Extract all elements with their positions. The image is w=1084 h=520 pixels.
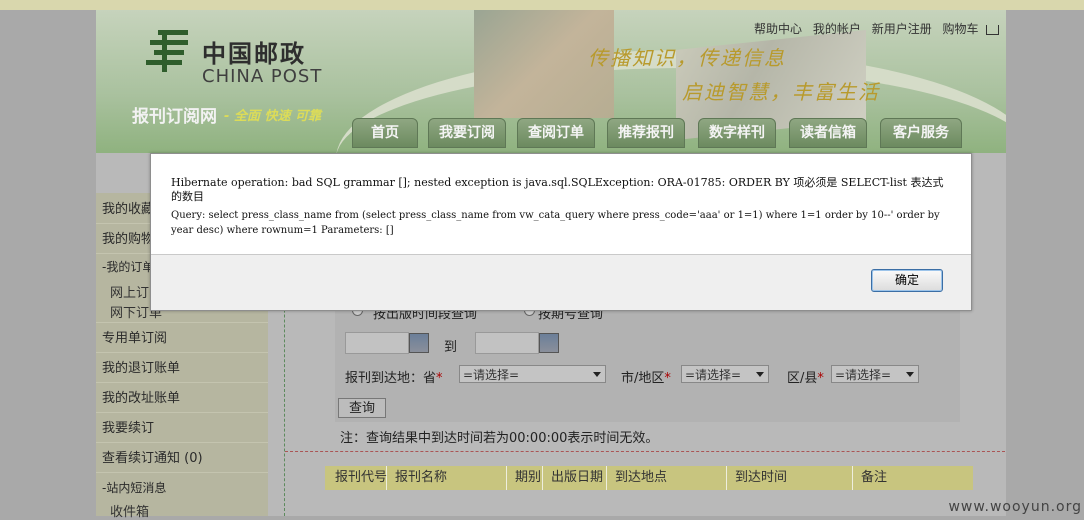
required-mark: * xyxy=(664,371,671,386)
query-button[interactable]: 查询 xyxy=(338,398,386,418)
site-name: 报刊订阅网 xyxy=(132,107,217,127)
error-message: Hibernate operation: bad SQL grammar [];… xyxy=(171,176,944,203)
province-select-value: =请选择= xyxy=(463,368,520,382)
tab-orders[interactable]: 查阅订单 xyxy=(517,118,595,148)
error-dialog-body: Hibernate operation: bad SQL grammar [];… xyxy=(151,154,971,255)
sidebar-item-special-order[interactable]: 专用单订阅 xyxy=(96,324,268,353)
column-header: 备注 xyxy=(861,470,888,485)
tab-digital-samples[interactable]: 数字样刊 xyxy=(698,118,776,148)
error-dialog: Hibernate operation: bad SQL grammar [];… xyxy=(150,153,972,311)
tab-subscribe[interactable]: 我要订阅 xyxy=(428,118,506,148)
tab-recommended[interactable]: 推荐报刊 xyxy=(607,118,685,148)
required-mark: * xyxy=(817,371,824,386)
column-header: 期别 xyxy=(507,466,543,490)
ok-button[interactable]: 确定 xyxy=(871,269,943,292)
tab-customer-service[interactable]: 客户服务 xyxy=(880,118,962,148)
column-header: 到达时间 xyxy=(727,466,853,490)
site-slogan-dash: - xyxy=(224,109,230,124)
china-post-logo-icon xyxy=(144,28,192,76)
slogan-line-2: 启迪智慧，丰富生活 xyxy=(682,80,880,104)
cart-link-label: 购物车 xyxy=(942,22,979,36)
calendar-icon[interactable] xyxy=(409,333,429,353)
county-label-text: 区/县 xyxy=(787,371,818,386)
column-header: 报刊名称 xyxy=(387,466,507,490)
top-strip xyxy=(0,0,1084,10)
sidebar-item-renew-notices[interactable]: 查看续订通知 (0) xyxy=(96,444,268,473)
province-select[interactable]: =请选择= xyxy=(459,365,606,383)
column-header: 到达地点 xyxy=(607,466,727,490)
sidebar-item-cancel-bills[interactable]: 我的退订账单 xyxy=(96,354,268,383)
error-dialog-footer xyxy=(151,255,971,310)
error-query: Query: select press_class_name from (sel… xyxy=(171,210,940,236)
city-select-value: =请选择= xyxy=(685,368,742,382)
sidebar-item-address-change-bills[interactable]: 我的改址账单 xyxy=(96,384,268,413)
end-date-input[interactable] xyxy=(475,332,539,354)
city-label: 市/地区* xyxy=(621,367,671,386)
register-link[interactable]: 新用户注册 xyxy=(872,22,932,36)
date-to-label: 到 xyxy=(444,340,458,355)
results-table-header: 报刊代号 报刊名称 期别 出版日期 到达地点 到达时间 备注 xyxy=(325,466,973,490)
chevron-down-icon xyxy=(756,372,764,377)
sidebar-sub-online-orders[interactable]: 网上订 xyxy=(110,282,149,301)
tab-reader-mailbox[interactable]: 读者信箱 xyxy=(789,118,867,148)
my-account-link[interactable]: 我的帐户 xyxy=(813,22,861,36)
calendar-icon[interactable] xyxy=(539,333,559,353)
city-label-text: 市/地区 xyxy=(621,371,665,386)
chevron-down-icon xyxy=(593,372,601,377)
slogan-line-1: 传播知识，传递信息 xyxy=(588,46,786,70)
help-center-link[interactable]: 帮助中心 xyxy=(754,22,802,36)
content-divider-horizontal xyxy=(285,451,1005,452)
arrival-province-label-text: 报刊到达地：省 xyxy=(345,371,437,386)
sidebar-item-renew[interactable]: 我要续订 xyxy=(96,414,268,443)
sidebar-sub-inbox[interactable]: 收件箱 xyxy=(110,501,149,520)
watermark: www.wooyun.org xyxy=(948,499,1082,515)
site-header: 中国邮政 CHINA POST 报刊订阅网 - 全面 快速 可靠 传播知识，传递… xyxy=(96,10,1006,153)
logo-chinese-text: 中国邮政 xyxy=(202,40,306,68)
required-mark: * xyxy=(436,371,443,386)
county-label: 区/县* xyxy=(787,367,824,386)
chevron-down-icon xyxy=(906,372,914,377)
county-select-value: =请选择= xyxy=(835,368,892,382)
column-header: 出版日期 xyxy=(543,466,607,490)
time-note: 注：查询结果中到达时间若为00:00:00表示时间无效。 xyxy=(340,431,659,446)
arrival-province-label: 报刊到达地：省* xyxy=(345,367,443,386)
city-select[interactable]: =请选择= xyxy=(681,365,769,383)
county-select[interactable]: =请选择= xyxy=(831,365,919,383)
start-date-input[interactable] xyxy=(345,332,409,354)
tab-home[interactable]: 首页 xyxy=(352,118,418,148)
logo-english-text: CHINA POST xyxy=(202,66,323,87)
site-slogan: - 全面 快速 可靠 xyxy=(224,105,321,124)
column-header: 报刊代号 xyxy=(325,466,387,490)
top-links: 帮助中心 我的帐户 新用户注册 购物车 xyxy=(754,20,1006,37)
site-slogan-text: 全面 快速 可靠 xyxy=(233,109,321,124)
cart-link[interactable]: 购物车 xyxy=(943,22,1006,36)
cart-icon xyxy=(985,24,999,35)
